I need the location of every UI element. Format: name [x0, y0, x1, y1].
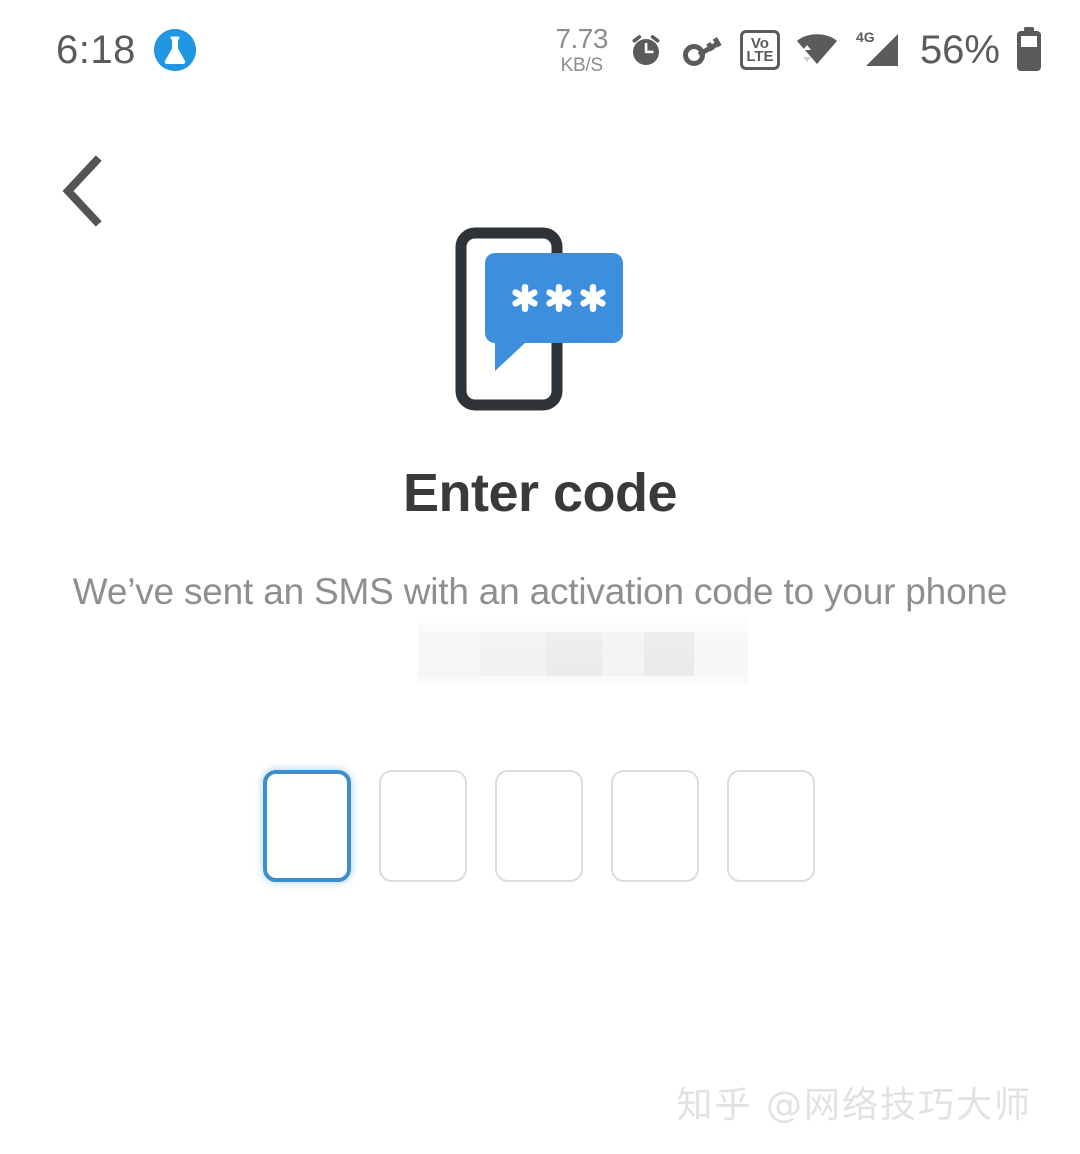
back-chevron-icon [58, 154, 108, 232]
otp-cell-4[interactable] [611, 770, 699, 882]
description-block: We’ve sent an SMS with an activation cod… [0, 566, 1080, 662]
otp-input-row [263, 770, 815, 882]
status-bar-right: 7.73 KB/S Vo LTE 4G 56% [555, 25, 1044, 75]
cellular-signal-icon: 4G [854, 28, 902, 72]
svg-text:4G: 4G [856, 29, 875, 45]
otp-cell-1[interactable] [263, 770, 351, 882]
otp-cell-2[interactable] [379, 770, 467, 882]
network-speed-value: 7.73 [555, 23, 608, 54]
network-speed-indicator: 7.73 KB/S [555, 23, 608, 76]
status-bar-left: 6:18 [56, 28, 196, 73]
page-title: Enter code [402, 463, 678, 523]
volte-icon: Vo LTE [739, 30, 780, 70]
status-bar: 6:18 7.73 KB/S Vo LTE 4G 56% [0, 0, 1080, 100]
status-clock: 6:18 [56, 27, 136, 72]
otp-cell-5[interactable] [727, 770, 815, 882]
key-icon [682, 30, 726, 70]
watermark: 知乎 @网络技巧大师 [676, 1085, 1032, 1126]
network-speed-unit: KB/S [560, 55, 603, 76]
phone-number-text: +86 [507, 620, 573, 661]
battery-icon [1014, 27, 1044, 73]
otp-cell-3[interactable] [495, 770, 583, 882]
description-text: We’ve sent an SMS with an activation cod… [72, 571, 1008, 612]
flask-icon [153, 29, 196, 71]
battery-percent-label: 56% [919, 27, 1000, 72]
volte-bottom-label: LTE [746, 48, 774, 65]
back-button[interactable] [40, 150, 126, 236]
alarm-clock-icon [624, 28, 668, 72]
wifi-icon [794, 30, 840, 70]
sms-code-phone-icon [455, 225, 630, 415]
